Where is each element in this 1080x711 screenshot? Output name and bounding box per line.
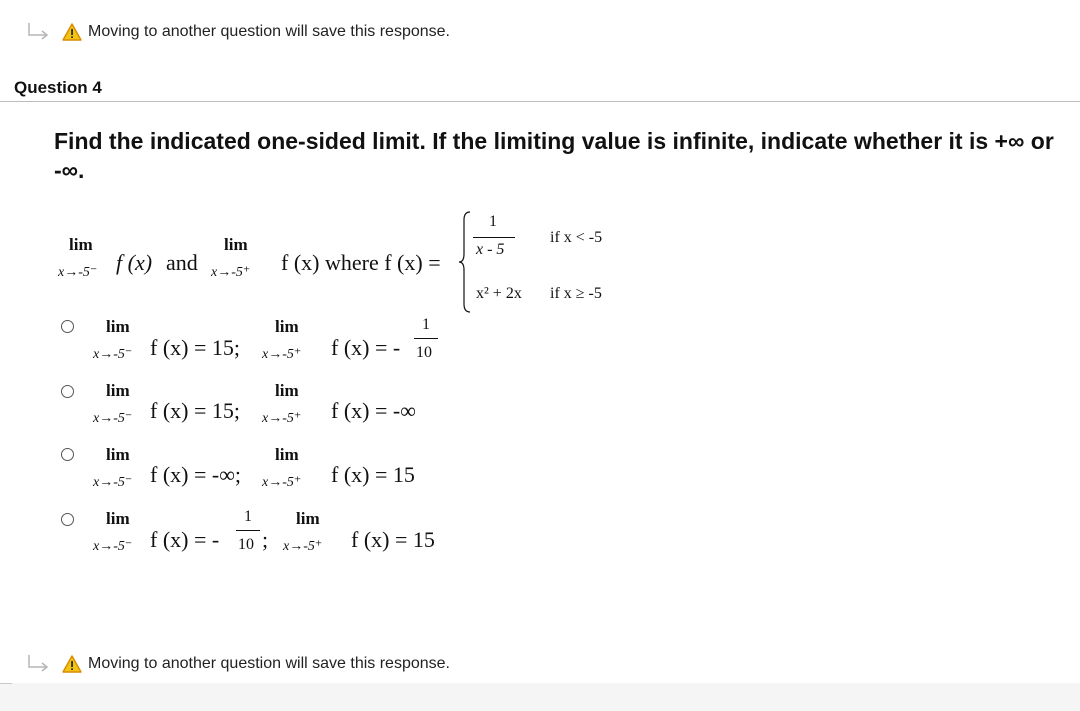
option-left-expression: f (x) = -∞; [150, 462, 242, 487]
footer-divider [0, 683, 12, 684]
separator: ; [262, 527, 269, 552]
option-left-expression: f (x) = - [150, 527, 220, 552]
limit-subscript-right: x→-5⁺ [283, 539, 323, 554]
warning-icon [62, 655, 82, 673]
piece1-denominator: x - 5 [476, 241, 505, 258]
limit-subscript-right: x→-5⁺ [262, 347, 302, 362]
option-right-expression: f (x) = 15 [331, 462, 415, 487]
option-left-expression: f (x) = 15; [150, 335, 240, 360]
lim-label: lim [224, 235, 248, 254]
radio-button[interactable] [61, 448, 74, 461]
lim-label: lim [275, 317, 299, 336]
question-prompt: Find the indicated one-sided limit. If t… [54, 128, 1054, 183]
lim-label: lim [106, 317, 130, 336]
footer-band [0, 683, 1080, 711]
limit-subscript-right: x→-5⁺ [211, 265, 251, 280]
warning-text: Moving to another question will save thi… [88, 23, 450, 40]
warning-icon [62, 23, 82, 41]
fraction-numerator: 1 [244, 508, 252, 525]
limit-subscript-right: x→-5⁺ [262, 411, 302, 426]
lim-label: lim [106, 445, 130, 464]
fraction-numerator: 1 [422, 316, 430, 333]
piece1-condition: if x < -5 [550, 229, 603, 246]
save-warning-bottom: Moving to another question will save thi… [26, 654, 450, 674]
option-right-expression: f (x) = 15 [351, 527, 435, 552]
lim-label: lim [106, 509, 130, 528]
warning-text: Moving to another question will save thi… [88, 655, 450, 672]
fraction-denominator: 10 [416, 344, 432, 361]
question-divider [0, 101, 1080, 102]
where-clause: f (x) where f (x) = [281, 250, 441, 275]
radio-button[interactable] [61, 385, 74, 398]
radio-button[interactable] [61, 320, 74, 333]
fraction-bar [236, 530, 260, 531]
option-right-expression: f (x) = - [331, 335, 401, 360]
lim-label: lim [106, 381, 130, 400]
radio-button[interactable] [61, 513, 74, 526]
function-fx: f (x) [116, 250, 153, 275]
return-arrow-icon [28, 23, 49, 40]
lim-label: lim [275, 445, 299, 464]
lim-label: lim [275, 381, 299, 400]
limit-subscript-left: x→-5⁻ [93, 411, 133, 426]
piece2-condition: if x ≥ -5 [550, 285, 602, 302]
fraction-denominator: 10 [238, 536, 254, 553]
lim-label: lim [296, 509, 320, 528]
option-left-expression: f (x) = 15; [150, 398, 240, 423]
question-title: Question 4 [14, 78, 102, 97]
return-arrow-icon [28, 655, 49, 672]
piece2-expression: x² + 2x [476, 285, 522, 302]
limit-subscript-left: x→-5⁻ [93, 539, 133, 554]
limit-subscript-left: x→-5⁻ [58, 265, 98, 280]
piece1-fraction-bar [473, 237, 515, 238]
piece1-numerator: 1 [489, 213, 497, 230]
and-word: and [166, 250, 198, 275]
option-right-expression: f (x) = -∞ [331, 398, 416, 423]
limit-subscript-right: x→-5⁺ [262, 475, 302, 490]
limit-subscript-left: x→-5⁻ [93, 347, 133, 362]
limit-subscript-left: x→-5⁻ [93, 475, 133, 490]
piecewise-brace [458, 211, 471, 313]
fraction-bar [414, 338, 438, 339]
lim-label: lim [69, 235, 93, 254]
save-warning-top: Moving to another question will save thi… [26, 22, 450, 42]
